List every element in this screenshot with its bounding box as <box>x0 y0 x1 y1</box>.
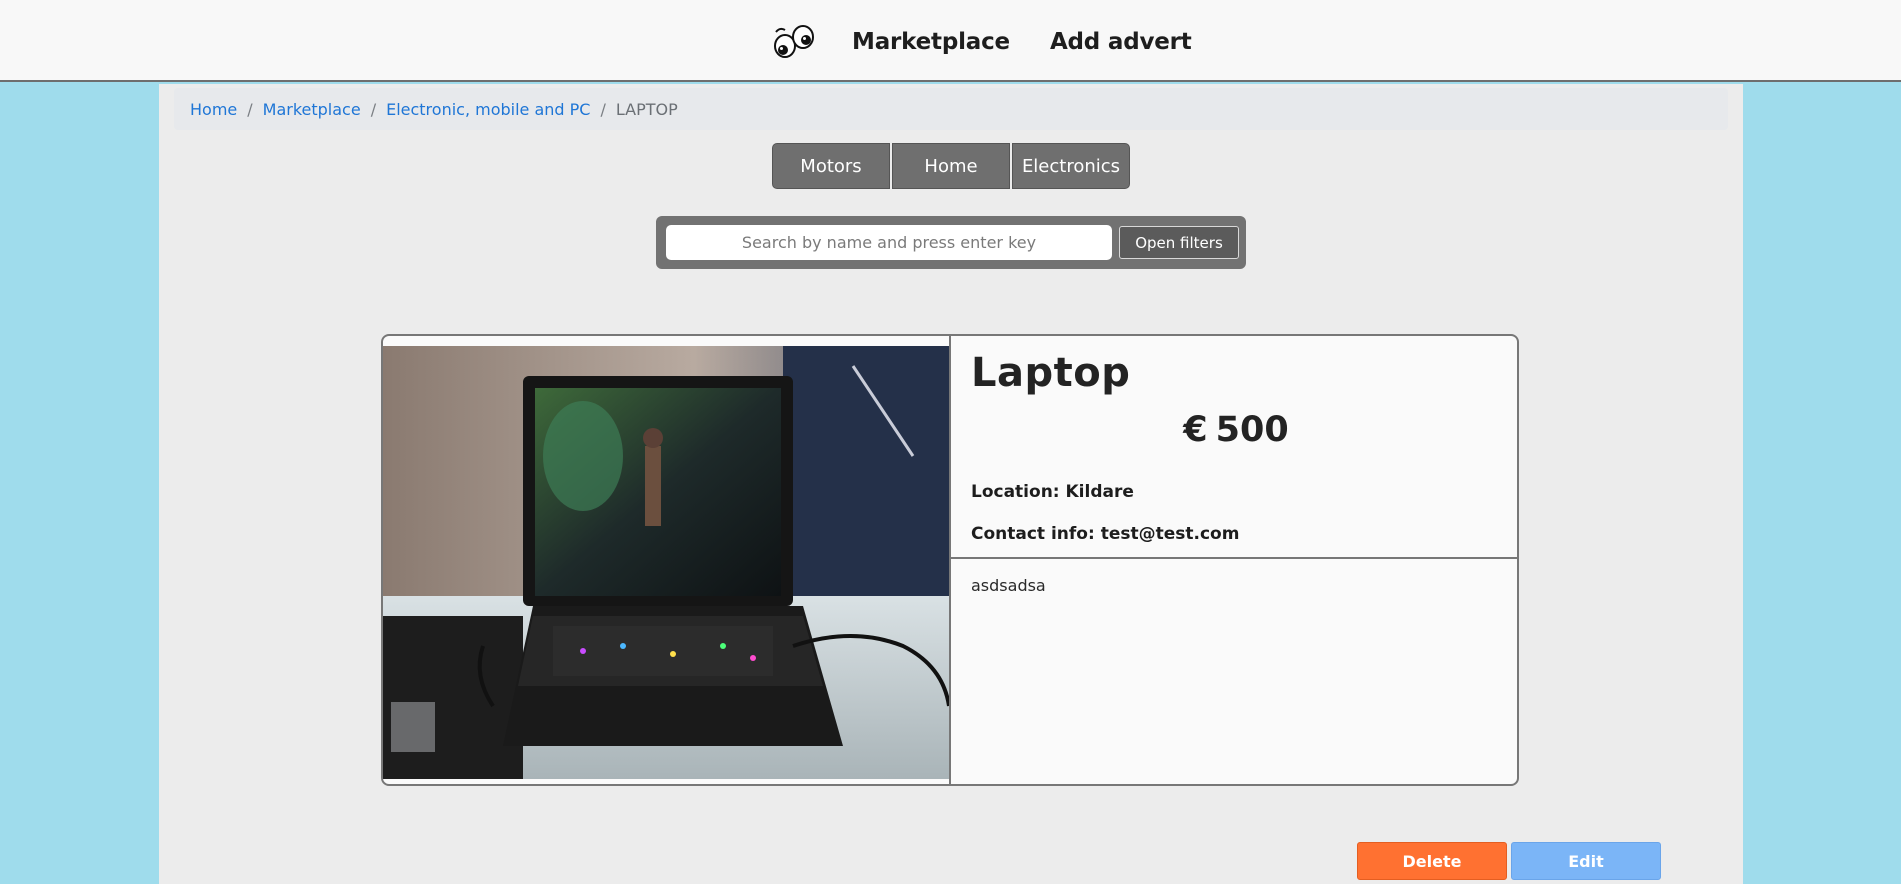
googly-eyes-logo-icon[interactable] <box>770 22 816 62</box>
price-currency: € <box>1183 410 1208 450</box>
category-motors-button[interactable]: Motors <box>772 143 890 189</box>
edit-button[interactable]: Edit <box>1511 842 1661 880</box>
breadcrumb-category-link[interactable]: Electronic, mobile and PC <box>386 100 590 119</box>
breadcrumb-separator: / <box>370 99 377 119</box>
card-vertical-divider <box>949 336 951 784</box>
category-button-group: Motors Home Electronics <box>772 143 1130 189</box>
breadcrumb-marketplace-link[interactable]: Marketplace <box>263 100 361 119</box>
search-bar: Open filters <box>656 216 1246 269</box>
breadcrumb-home-link[interactable]: Home <box>190 100 237 119</box>
advert-price: €500 <box>951 410 1517 450</box>
advert-location: Location: Kildare <box>971 482 1134 502</box>
advert-card: Laptop €500 Location: Kildare Contact in… <box>381 334 1519 786</box>
main-content: Home / Marketplace / Electronic, mobile … <box>159 84 1743 884</box>
delete-button[interactable]: Delete <box>1357 842 1507 880</box>
advert-description: asdsadsa <box>971 576 1046 595</box>
card-horizontal-divider <box>951 557 1517 559</box>
breadcrumb-current: LAPTOP <box>615 99 678 119</box>
main-nav: Marketplace Add advert <box>770 22 1232 62</box>
top-navbar: Marketplace Add advert <box>0 0 1901 82</box>
open-filters-button[interactable]: Open filters <box>1119 226 1239 259</box>
advert-contact: Contact info: test@test.com <box>971 524 1240 544</box>
nav-marketplace-link[interactable]: Marketplace <box>852 29 1010 55</box>
advert-title: Laptop <box>971 350 1131 396</box>
nav-add-advert-link[interactable]: Add advert <box>1050 29 1192 55</box>
category-home-button[interactable]: Home <box>892 143 1010 189</box>
price-value: 500 <box>1215 410 1289 450</box>
breadcrumb-separator: / <box>247 99 253 119</box>
breadcrumb-separator: / <box>600 99 606 119</box>
breadcrumb: Home / Marketplace / Electronic, mobile … <box>174 88 1728 130</box>
laptop-photo[interactable] <box>383 346 949 779</box>
search-input[interactable] <box>666 225 1112 260</box>
category-electronics-button[interactable]: Electronics <box>1012 143 1130 189</box>
